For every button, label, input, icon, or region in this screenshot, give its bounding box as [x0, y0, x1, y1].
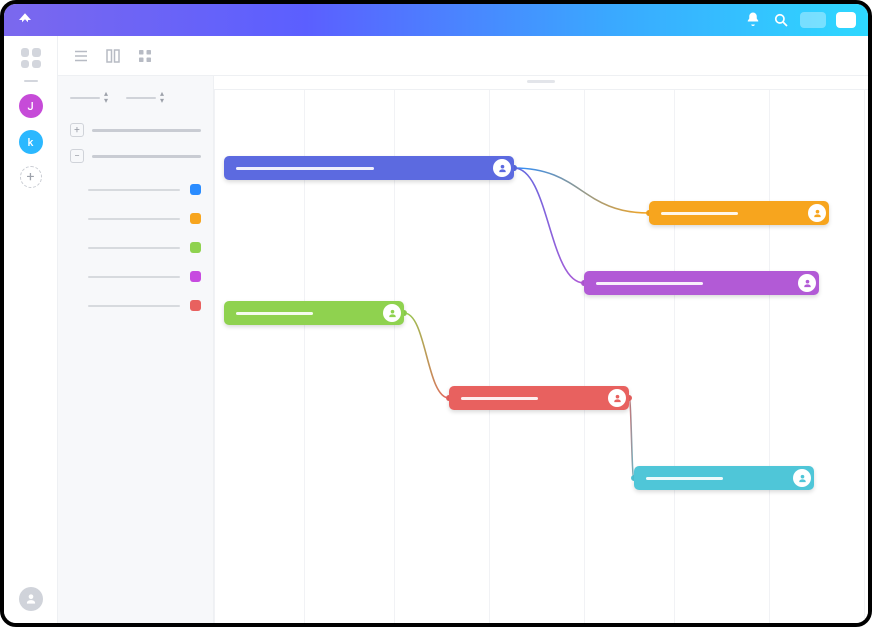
timeline-gridline [769, 90, 770, 623]
notifications-icon[interactable] [744, 11, 762, 29]
task-title [236, 167, 374, 170]
search-icon[interactable] [772, 11, 790, 29]
timeline-canvas[interactable] [214, 76, 868, 623]
timeline-header [214, 76, 868, 90]
dependency-link [629, 398, 634, 478]
collapse-icon[interactable]: − [70, 149, 84, 163]
dependency-link [514, 168, 584, 283]
status-color-swatch [190, 213, 201, 224]
assignee-avatar-icon[interactable] [493, 159, 511, 177]
current-user-avatar[interactable] [19, 587, 43, 611]
task-title [461, 397, 538, 400]
left-rail: Jk + [4, 36, 58, 623]
sort-option-2[interactable]: ▴▾ [126, 90, 164, 105]
topbar-action-1[interactable] [800, 12, 826, 28]
timeline-gridline [674, 90, 675, 623]
topbar-action-2[interactable] [836, 12, 856, 28]
tree-item[interactable] [70, 204, 201, 233]
task-bar[interactable] [224, 301, 404, 325]
workspace-avatar-0[interactable]: J [19, 94, 43, 118]
timeline-gridline [214, 90, 215, 623]
status-color-swatch [190, 242, 201, 253]
board-view-icon[interactable] [104, 47, 122, 65]
rail-divider [24, 80, 38, 82]
status-color-swatch [190, 300, 201, 311]
status-color-swatch [190, 271, 201, 282]
add-workspace-button[interactable]: + [20, 166, 42, 188]
item-label [88, 218, 180, 220]
workspace-avatar-1[interactable]: k [19, 130, 43, 154]
task-bar[interactable] [584, 271, 819, 295]
tree-group-header[interactable]: + [70, 123, 201, 137]
task-title [646, 477, 723, 480]
grid-view-icon[interactable] [136, 47, 154, 65]
group-label [92, 129, 201, 132]
task-bar[interactable] [634, 466, 814, 490]
expand-icon[interactable]: + [70, 123, 84, 137]
status-color-swatch [190, 184, 201, 195]
item-label [88, 247, 180, 249]
task-bar[interactable] [449, 386, 629, 410]
view-toolbar [58, 36, 868, 76]
group-label [92, 155, 201, 158]
assignee-avatar-icon[interactable] [608, 389, 626, 407]
tree-item[interactable] [70, 175, 201, 204]
item-label [88, 305, 180, 307]
apps-grid-icon[interactable] [21, 48, 41, 68]
item-label [88, 189, 180, 191]
tree-item[interactable] [70, 291, 201, 320]
tree-item[interactable] [70, 262, 201, 291]
task-title [596, 282, 703, 285]
timeline-gridline [584, 90, 585, 623]
assignee-avatar-icon[interactable] [383, 304, 401, 322]
task-sidebar: ▴▾ ▴▾ + − [58, 76, 214, 623]
panel-drag-handle-icon[interactable] [527, 80, 555, 83]
task-title [236, 312, 313, 315]
app-logo-icon[interactable] [16, 11, 34, 29]
task-title [661, 212, 738, 215]
task-bar[interactable] [224, 156, 514, 180]
app-topbar [4, 4, 868, 36]
tree-item[interactable] [70, 233, 201, 262]
item-label [88, 276, 180, 278]
assignee-avatar-icon[interactable] [793, 469, 811, 487]
assignee-avatar-icon[interactable] [798, 274, 816, 292]
sort-option-1[interactable]: ▴▾ [70, 90, 108, 105]
timeline-gridline [864, 90, 865, 623]
dependency-link [404, 313, 449, 398]
list-view-icon[interactable] [72, 47, 90, 65]
tree-group-header[interactable]: − [70, 149, 201, 163]
task-bar[interactable] [649, 201, 829, 225]
dependency-link [514, 168, 649, 213]
assignee-avatar-icon[interactable] [808, 204, 826, 222]
